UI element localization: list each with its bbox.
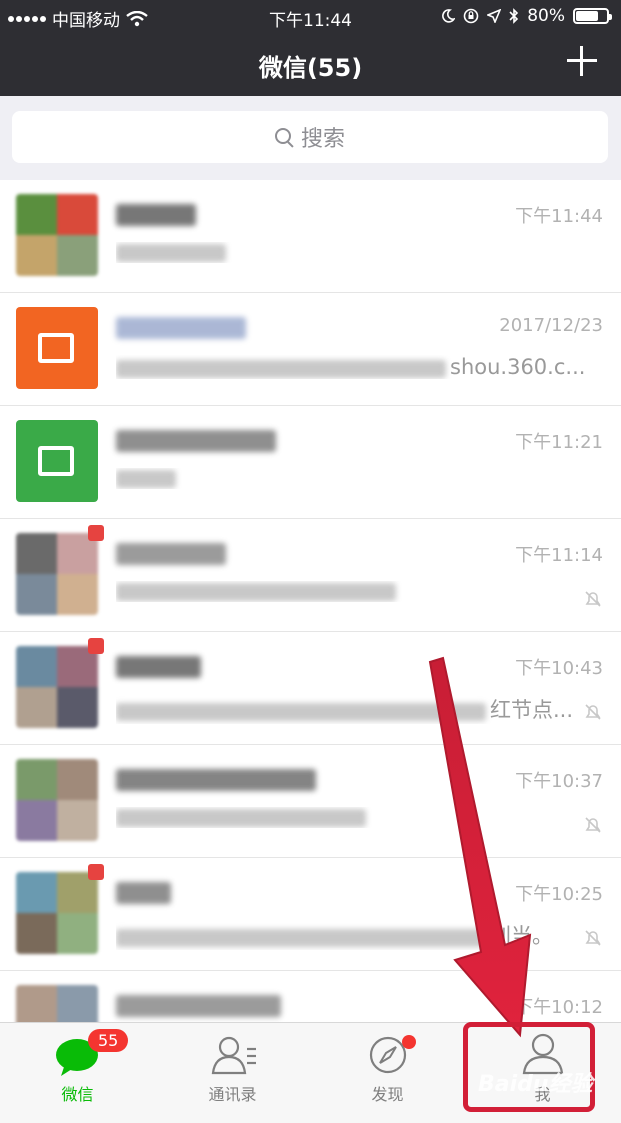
chat-name-blurred [116, 315, 246, 339]
search-icon [274, 128, 293, 146]
chat-avatar [16, 307, 98, 389]
tab-label-discover: 发现 [371, 1085, 404, 1104]
search-bar[interactable]: 搜索 [12, 111, 608, 163]
chat-name-blurred [116, 202, 196, 226]
chat-row[interactable]: 别当。 下午10:25 [0, 858, 621, 971]
chat-row[interactable]: 下午11:44 [0, 180, 621, 293]
chat-preview: shou.360.c... [116, 355, 586, 379]
plus-icon[interactable] [565, 44, 599, 78]
chat-row[interactable]: 下午10:37 [0, 745, 621, 858]
tab-label-contacts: 通讯录 [208, 1085, 257, 1104]
chat-time: 下午11:44 [515, 206, 603, 227]
chat-name-blurred [116, 541, 226, 565]
chat-preview: 红节点... [116, 694, 586, 724]
chat-row[interactable]: shou.360.c... 2017/12/23 [0, 293, 621, 406]
chat-name-blurred [116, 767, 316, 791]
nav-bar: 微信(55) [0, 34, 621, 96]
chat-time: 下午11:14 [515, 545, 603, 566]
chat-time: 2017/12/23 [499, 315, 603, 336]
chat-preview [116, 581, 586, 602]
battery-fill [576, 11, 598, 21]
chat-avatar [16, 646, 98, 728]
chat-time: 下午10:37 [515, 771, 603, 792]
chat-preview-text: 别当。 [490, 924, 553, 948]
tab-chats[interactable]: 55 微信 [0, 1023, 155, 1123]
chat-name-blurred [116, 654, 201, 678]
discover-dot [402, 1035, 416, 1049]
unread-dot [88, 638, 104, 654]
chat-preview [116, 807, 586, 828]
chat-avatar [16, 420, 98, 502]
chat-row[interactable]: 下午11:21 [0, 406, 621, 519]
contacts-icon [211, 1036, 256, 1075]
chat-preview [116, 242, 586, 263]
chat-time: 下午10:43 [515, 658, 603, 679]
rotation-lock-icon [463, 8, 479, 24]
chat-list: 下午11:44 shou.360.c... 2017/12/23 下午11:21 下午1… [0, 180, 621, 1084]
unread-badge: 55 [88, 1029, 129, 1052]
chat-avatar [16, 194, 98, 276]
watermark: Baidu经验 [478, 1072, 593, 1097]
tab-discover[interactable]: 发现 [310, 1023, 465, 1123]
bluetooth-icon [509, 8, 519, 24]
chat-name-blurred [116, 993, 281, 1017]
page-title: 微信(55) [258, 54, 363, 82]
chat-avatar [16, 533, 98, 615]
search-area: 搜索 [0, 96, 621, 180]
chat-preview [116, 468, 586, 489]
chat-row[interactable]: 下午11:14 [0, 519, 621, 632]
mute-bell-icon [585, 591, 601, 607]
tab-label-chats: 微信 [61, 1085, 94, 1104]
battery-icon [573, 8, 612, 24]
mute-bell-icon [585, 704, 601, 720]
chat-name-blurred [116, 428, 276, 452]
chat-avatar [16, 759, 98, 841]
mute-bell-icon [585, 930, 601, 946]
tab-contacts[interactable]: 通讯录 [155, 1023, 310, 1123]
chat-time: 下午10:25 [515, 884, 603, 905]
status-right: 80% [441, 6, 612, 26]
battery-percent: 80% [527, 6, 565, 26]
chat-preview-text: shou.360.c... [450, 355, 586, 379]
chat-preview: 别当。 [116, 920, 586, 950]
chat-time: 下午10:12 [515, 997, 603, 1018]
chat-time: 下午11:21 [515, 432, 603, 453]
chat-row[interactable]: 红节点... 下午10:43 [0, 632, 621, 745]
moon-icon [442, 9, 456, 23]
mute-bell-icon [585, 817, 601, 833]
chat-avatar [16, 872, 98, 954]
search-placeholder: 搜索 [300, 127, 345, 152]
status-bar: 中国移动 下午11:44 80% [0, 0, 621, 34]
unread-dot [88, 525, 104, 541]
unread-dot [88, 864, 104, 880]
chat-name-blurred [116, 880, 171, 904]
location-icon [487, 9, 502, 23]
chat-preview-text: 红节点... [490, 698, 574, 722]
